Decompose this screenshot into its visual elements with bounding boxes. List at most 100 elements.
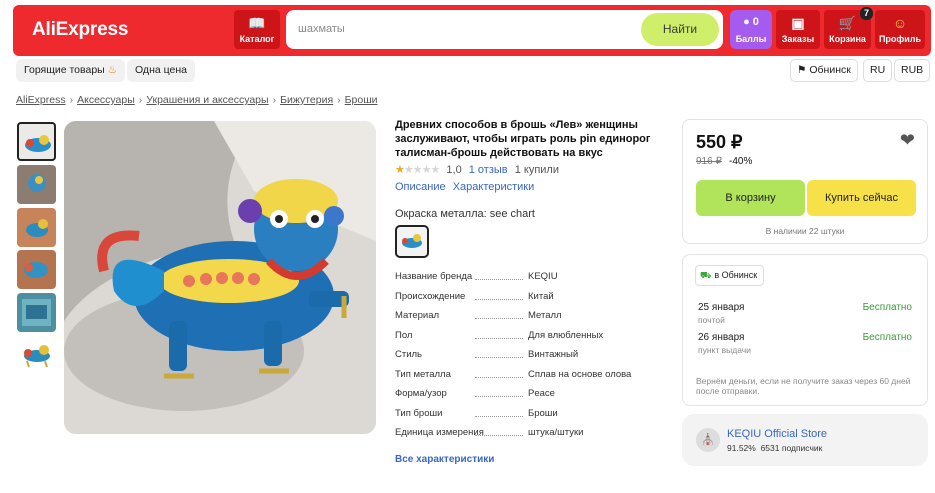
spec-dots: [475, 337, 523, 339]
search-input[interactable]: шахматы: [298, 23, 345, 35]
one-price-link[interactable]: Одна цена: [127, 59, 195, 82]
spec-row: Стиль Винтажный: [395, 349, 675, 363]
location-button[interactable]: ⚑ Обнинск: [790, 59, 858, 82]
spec-dots: [475, 318, 523, 319]
spec-key: Форма/узор: [395, 388, 447, 399]
product-thumbnail[interactable]: [17, 165, 56, 204]
spec-dots: [475, 357, 523, 358]
profile-button[interactable]: ☺ Профиль: [875, 10, 925, 49]
store-card[interactable]: ⛪ KEQIU Official Store 91.52% 6531 подпи…: [682, 414, 928, 466]
product-thumbnail[interactable]: [17, 208, 56, 247]
spec-dots: [475, 376, 523, 378]
search-button[interactable]: Найти: [641, 13, 719, 46]
catalog-button[interactable]: 📖 Каталог: [234, 10, 280, 49]
all-specs-link[interactable]: Все характеристики: [395, 454, 494, 465]
delivery-type: пункт выдачи: [698, 345, 751, 355]
spec-key: Происхождение: [395, 290, 466, 302]
store-subscribers: 6531 подписчик: [760, 443, 823, 453]
spec-value: Металл: [528, 310, 562, 321]
currency-button[interactable]: RUB: [894, 59, 931, 82]
spec-key: Единица измерения: [395, 427, 484, 438]
spec-key: Тип металла: [395, 368, 451, 380]
delivery-date: 25 января: [698, 302, 745, 313]
product-thumbnail[interactable]: [17, 335, 56, 374]
search-bar[interactable]: шахматы Найти: [286, 10, 723, 49]
delivery-date: 26 января: [698, 332, 745, 343]
color-label: Окраска металла: see chart: [395, 208, 535, 220]
product-title: Древних способов в брошь «Лев» женщины з…: [395, 119, 651, 159]
spec-row: Форма/узор Peace: [395, 388, 675, 402]
stock-status: В наличии 22 штуки: [765, 226, 845, 236]
points-count: 0: [752, 16, 759, 28]
store-rating: 91.52%: [727, 443, 756, 453]
spec-row: Тип металла Сплав на основе олова: [395, 369, 675, 383]
breadcrumb-item[interactable]: Украшения и аксессуары: [146, 94, 268, 106]
delivery-price: Бесплатно: [862, 302, 912, 313]
buy-now-button[interactable]: Купить сейчас: [807, 180, 916, 216]
product-rating: ★★★★★ 1,0 1 отзыв 1 купили: [395, 163, 559, 176]
heart-icon[interactable]: ❤: [900, 130, 915, 151]
top-header: AliExpress 📖 Каталог шахматы Найти ● 0 Б…: [13, 5, 931, 56]
hot-deals-link[interactable]: Горящие товары ♨: [16, 59, 126, 82]
product-thumbnail[interactable]: [17, 250, 56, 289]
points-label: Баллы: [735, 34, 767, 44]
orders-button[interactable]: ▣ Заказы: [776, 10, 820, 49]
spec-row: Происхождение Китай: [395, 291, 675, 305]
tab-specs[interactable]: Характеристики: [453, 181, 535, 193]
color-swatch[interactable]: [395, 225, 429, 258]
spec-key: Материал: [395, 310, 440, 321]
spec-key: Пол: [395, 329, 413, 341]
store-name[interactable]: KEQIU Official Store: [727, 428, 827, 440]
spec-value: Винтажный: [528, 349, 579, 360]
breadcrumb-item[interactable]: Аксессуары: [77, 94, 135, 106]
delivery-city-button[interactable]: ⛟ в Обнинск: [695, 265, 765, 286]
product-main-image[interactable]: [64, 121, 376, 434]
chevron-right-icon: ›: [69, 94, 74, 106]
breadcrumb-item[interactable]: AliExpress: [16, 94, 66, 106]
truck-icon: ⛟: [700, 270, 712, 280]
spec-value: Peace: [528, 388, 555, 399]
chevron-right-icon: ›: [272, 94, 277, 106]
location-label: Обнинск: [809, 64, 851, 76]
spec-value: KEQIU: [528, 271, 558, 282]
spec-value: штука/штуки: [528, 427, 584, 438]
breadcrumb-item[interactable]: Бижутерия: [280, 94, 333, 106]
cart-button[interactable]: 🛒 Корзина 7: [824, 7, 873, 49]
spec-key: Название бренда: [395, 271, 473, 282]
product-thumbnail[interactable]: [17, 122, 56, 161]
current-price: 550 ₽: [696, 132, 743, 152]
reviews-link[interactable]: 1 отзыв: [469, 164, 508, 176]
spec-row: Материал Металл: [395, 310, 675, 324]
spec-value: Для влюбленных: [528, 329, 604, 341]
spec-dots: [475, 279, 523, 280]
buy-box: 550 ₽ 916 ₽ -40% ❤ В корзину Купить сейч…: [682, 119, 928, 244]
tab-description[interactable]: Описание: [395, 181, 446, 193]
store-icon: ⛪: [696, 428, 720, 452]
aliexpress-logo[interactable]: AliExpress: [32, 19, 128, 41]
spec-dots: [475, 298, 523, 300]
spec-value: Броши: [528, 407, 558, 419]
spec-value: Сплав на основе олова: [528, 368, 632, 380]
breadcrumb-item[interactable]: Броши: [345, 94, 378, 106]
refund-note: Вернём деньги, если не получите заказ че…: [696, 376, 911, 396]
spec-dots: [475, 415, 523, 417]
points-icon: ● 0: [743, 16, 759, 28]
catalog-label: Каталог: [239, 34, 275, 44]
product-tabs: Описание Характеристики: [395, 181, 534, 193]
chevron-right-icon: ›: [138, 94, 143, 106]
product-thumbnail[interactable]: [17, 293, 56, 332]
profile-label: Профиль: [878, 34, 922, 44]
spec-dots: [475, 396, 523, 397]
discount-badge: -40%: [729, 156, 753, 167]
chevron-right-icon: ›: [337, 94, 341, 106]
spec-row: Название бренда KEQIU: [395, 271, 675, 285]
purchases-count: 1 купили: [514, 164, 559, 176]
points-button[interactable]: ● 0 Баллы: [730, 10, 772, 49]
language-button[interactable]: RU: [863, 59, 893, 82]
add-to-cart-button[interactable]: В корзину: [696, 180, 805, 216]
breadcrumb: AliExpress › Аксессуары › Украшения и аксесс…: [16, 94, 378, 106]
delivery-city-label: в Обнинск: [714, 270, 758, 280]
rating-value: 1,0: [446, 164, 462, 176]
spec-dots: [475, 435, 523, 436]
spec-value: Китай: [528, 290, 554, 302]
